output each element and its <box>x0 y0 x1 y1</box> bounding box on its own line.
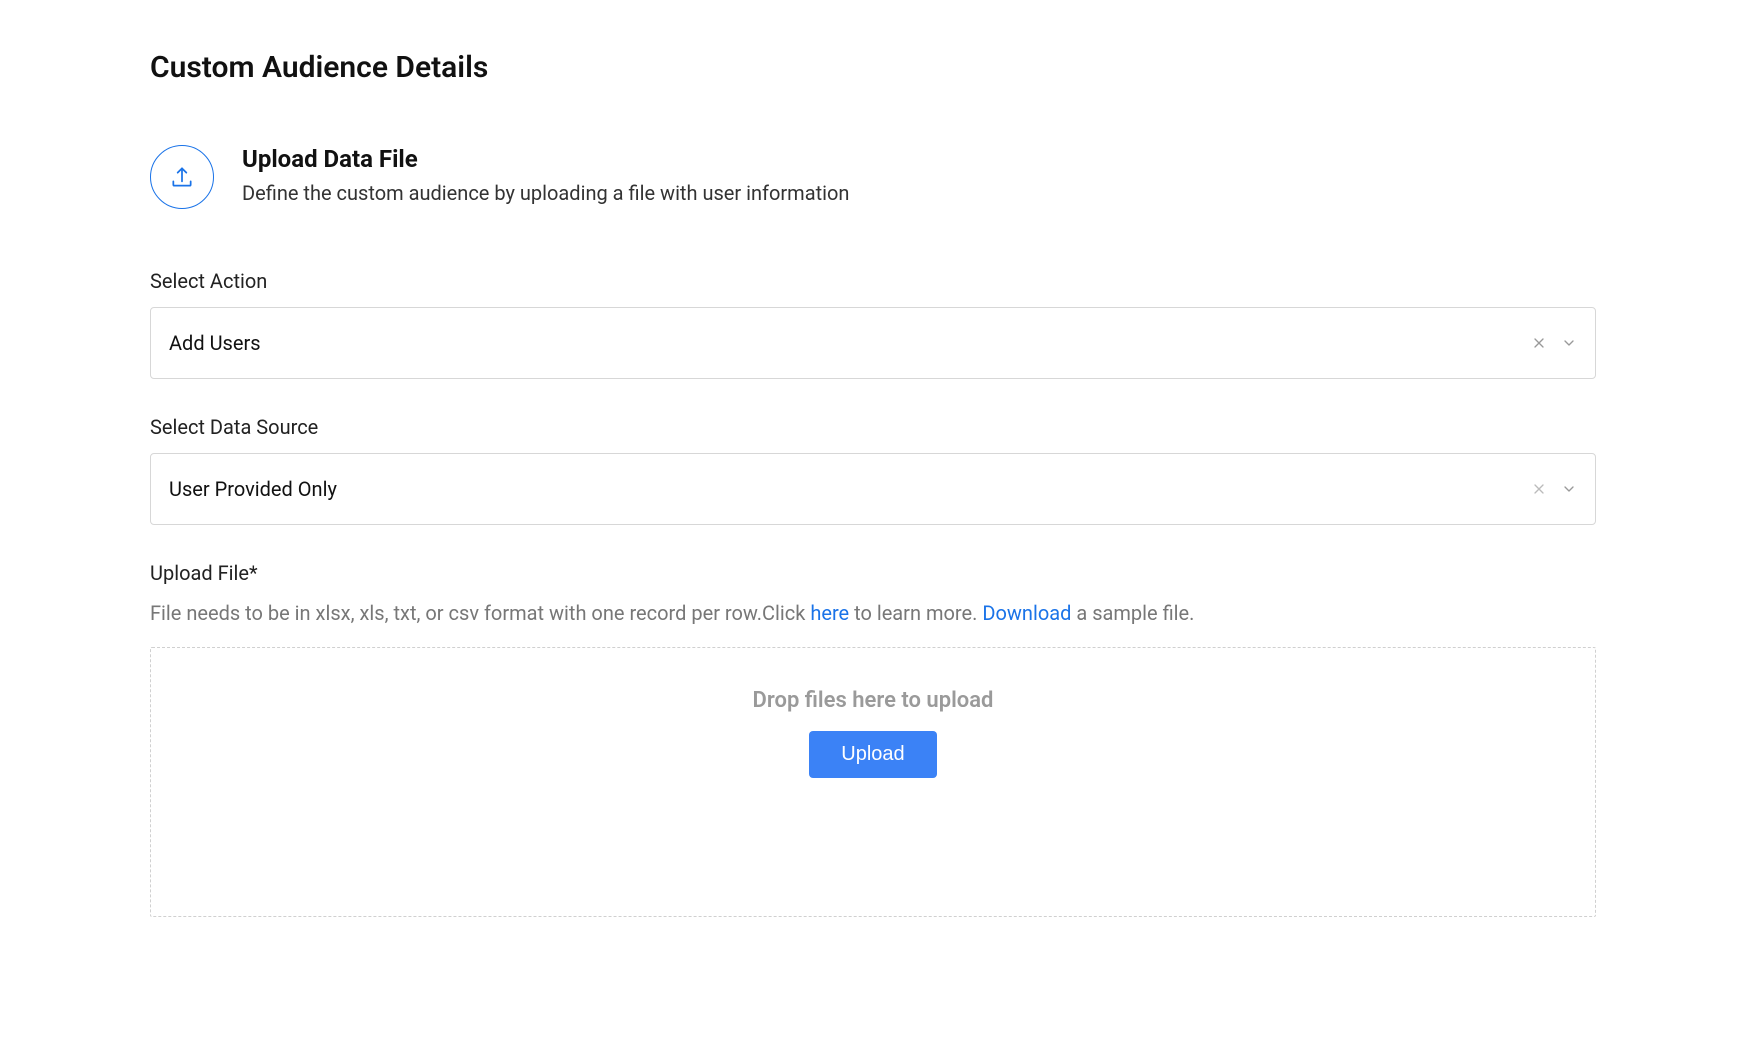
select-action-field: Select Action Add Users <box>150 269 1596 379</box>
chevron-down-icon[interactable] <box>1561 481 1577 497</box>
upload-file-help: File needs to be in xlsx, xls, txt, or c… <box>150 599 1596 627</box>
select-action-value: Add Users <box>169 331 1531 355</box>
upload-section-heading: Upload Data File <box>242 145 849 173</box>
upload-section-text: Upload Data File Define the custom audie… <box>242 145 849 205</box>
learn-more-link[interactable]: here <box>810 601 849 625</box>
chevron-down-icon[interactable] <box>1561 335 1577 351</box>
upload-file-field: Upload File* File needs to be in xlsx, x… <box>150 561 1596 917</box>
clear-data-source-icon[interactable] <box>1531 481 1547 497</box>
clear-action-icon[interactable] <box>1531 335 1547 351</box>
page-title: Custom Audience Details <box>150 50 1596 85</box>
select-data-source-dropdown[interactable]: User Provided Only <box>150 453 1596 525</box>
upload-help-suffix: a sample file. <box>1071 601 1194 625</box>
dropzone-text: Drop files here to upload <box>753 688 994 713</box>
upload-section-header: Upload Data File Define the custom audie… <box>150 145 1596 209</box>
upload-help-prefix: File needs to be in xlsx, xls, txt, or c… <box>150 601 810 625</box>
upload-icon <box>150 145 214 209</box>
upload-section-description: Define the custom audience by uploading … <box>242 181 849 205</box>
page-container: Custom Audience Details Upload Data File… <box>0 0 1746 1033</box>
select-data-source-label: Select Data Source <box>150 415 1596 439</box>
upload-file-label: Upload File* <box>150 561 1596 585</box>
upload-button[interactable]: Upload <box>809 731 936 778</box>
select-action-label: Select Action <box>150 269 1596 293</box>
select-data-source-field: Select Data Source User Provided Only <box>150 415 1596 525</box>
select-data-source-value: User Provided Only <box>169 477 1531 501</box>
download-sample-link[interactable]: Download <box>982 601 1071 625</box>
file-dropzone[interactable]: Drop files here to upload Upload <box>150 647 1596 917</box>
upload-help-mid: to learn more. <box>849 601 982 625</box>
select-action-dropdown[interactable]: Add Users <box>150 307 1596 379</box>
